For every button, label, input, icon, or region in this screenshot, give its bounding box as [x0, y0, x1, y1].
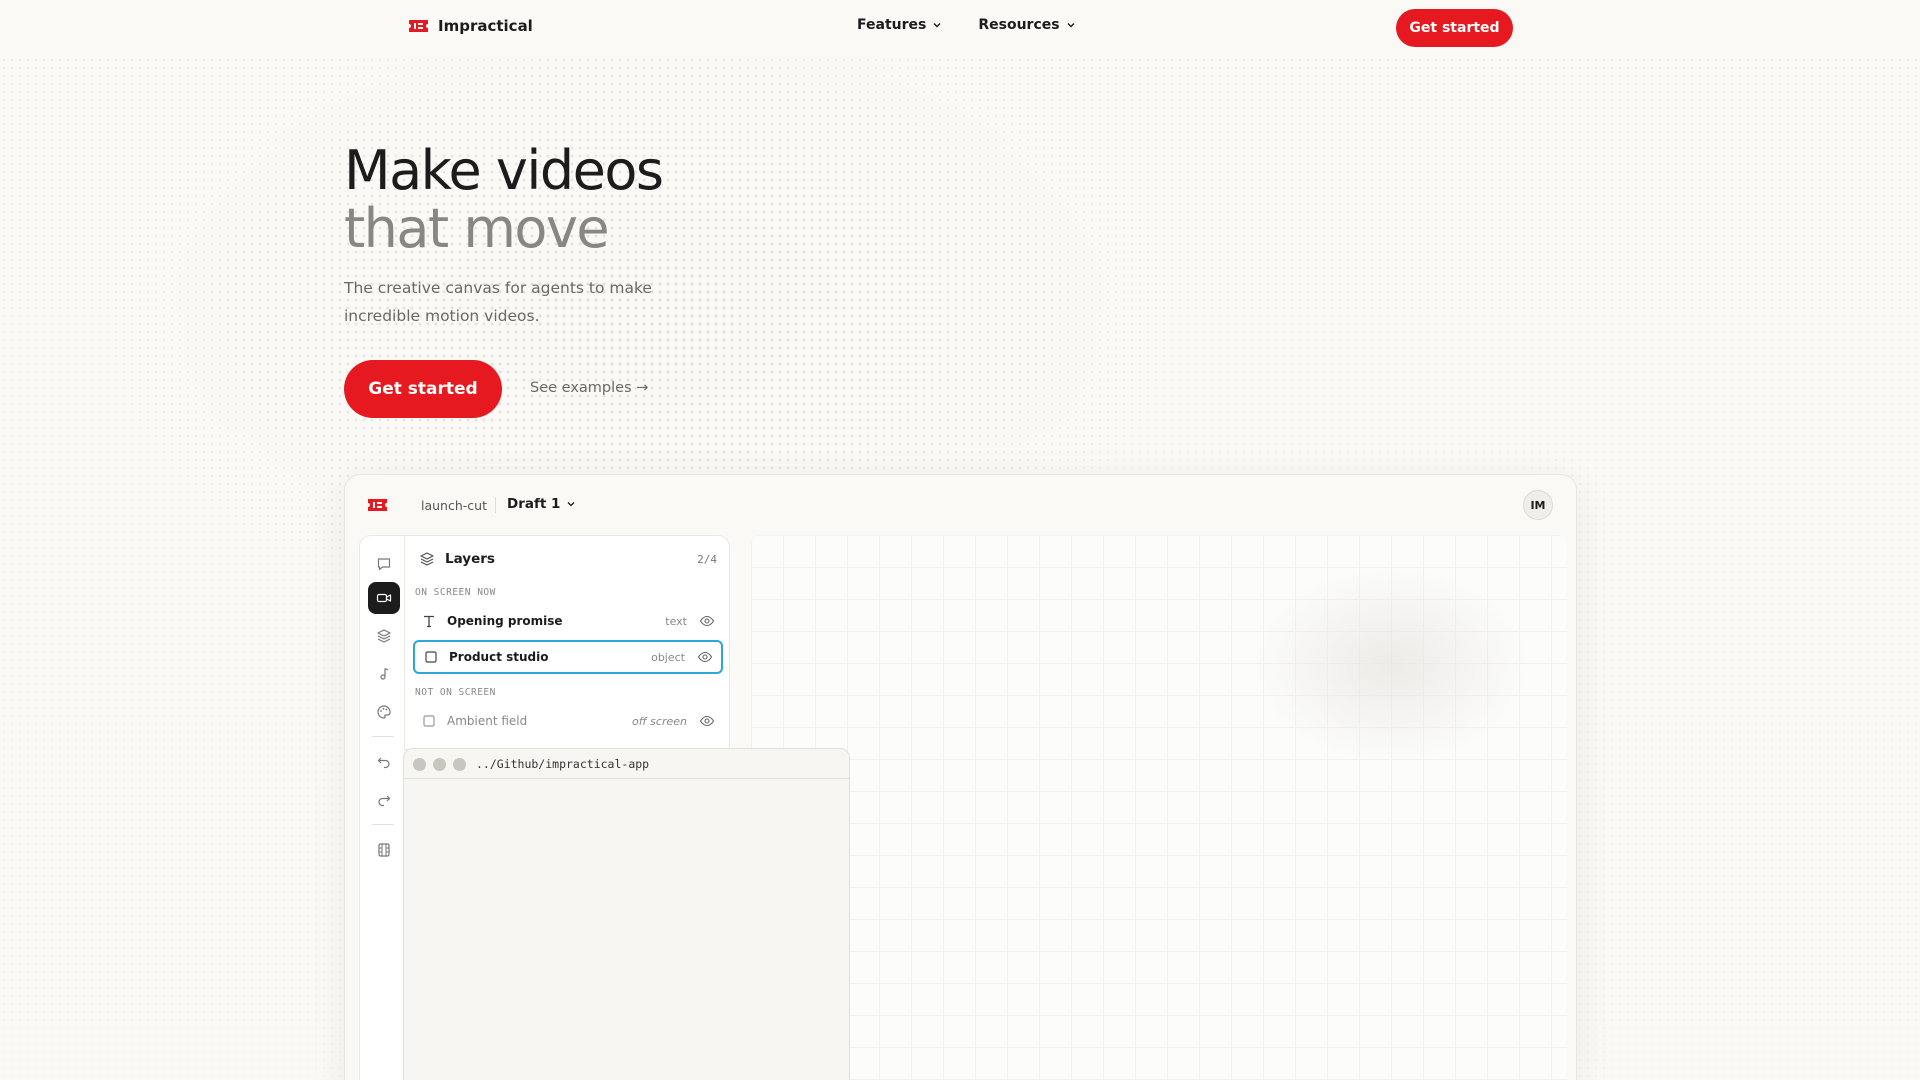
nav-get-started-button[interactable]: Get started [1396, 9, 1513, 47]
canvas-glow [1251, 565, 1531, 765]
chevron-down-icon [567, 502, 575, 507]
terminal-window[interactable]: ../Github/impractical-app [403, 748, 850, 1080]
layer-name: Ambient field [447, 714, 528, 728]
top-nav: Impractical Features Resources Get start… [0, 0, 1920, 54]
hero-title-line2: that move [344, 197, 610, 260]
layers-icon [420, 552, 434, 566]
hero-get-started-button[interactable]: Get started [344, 360, 502, 418]
layers-icon [377, 629, 391, 643]
layers-button[interactable] [368, 620, 400, 652]
layers-title: Layers [445, 551, 495, 567]
window-close-dot[interactable] [413, 758, 426, 771]
nav-features[interactable]: Features [857, 17, 942, 33]
eye-icon[interactable] [699, 713, 715, 729]
chat-button[interactable] [368, 548, 400, 580]
undo-icon [377, 757, 390, 769]
eye-icon[interactable] [697, 649, 713, 665]
chevron-down-icon [1067, 23, 1075, 28]
film-strip-icon [378, 843, 390, 857]
nav-resources-label: Resources [978, 17, 1060, 33]
project-name[interactable]: launch-cut [421, 498, 487, 513]
sidebar-divider [372, 824, 394, 825]
redo-icon [378, 795, 391, 807]
hero-subtitle: The creative canvas for agents to make i… [344, 279, 652, 325]
brand-name: Impractical [438, 17, 533, 35]
eye-icon[interactable] [699, 613, 715, 629]
film-ticket-icon[interactable] [367, 497, 388, 513]
avatar[interactable]: IM [1523, 490, 1553, 520]
layer-row-ambient-field[interactable]: Ambient field off screen [413, 704, 723, 738]
hero-title-line1: Make videos [344, 139, 664, 202]
window-minimize-dot[interactable] [433, 758, 446, 771]
text-icon [424, 615, 434, 628]
audio-button[interactable] [368, 658, 400, 690]
nav-menu: Features Resources [857, 17, 1076, 33]
see-examples-link[interactable]: See examples → [530, 380, 648, 396]
terminal-path: ../Github/impractical-app [476, 757, 650, 771]
style-button[interactable] [368, 696, 400, 728]
app-preview-window: launch-cut Draft 1 IM Layers 2/4 ON SCRE… [344, 474, 1577, 1080]
terminal-titlebar: ../Github/impractical-app [404, 749, 849, 779]
music-note-icon [380, 667, 389, 680]
layer-type: off screen [632, 714, 687, 728]
video-canvas[interactable] [751, 535, 1567, 1080]
layer-name: Opening promise [447, 614, 563, 628]
layer-row-product-studio[interactable]: Product studio object [413, 640, 723, 674]
tool-sidebar [359, 535, 404, 1080]
layers-header: Layers [419, 551, 495, 567]
square-icon [425, 651, 437, 663]
nav-features-label: Features [857, 17, 927, 33]
draft-selector[interactable]: Draft 1 [507, 496, 576, 512]
draft-label: Draft 1 [507, 496, 561, 512]
chat-bubble-icon [377, 558, 391, 571]
nav-resources[interactable]: Resources [978, 17, 1075, 33]
window-maximize-dot[interactable] [453, 758, 466, 771]
film-ticket-icon [409, 20, 428, 32]
layer-type: object [651, 650, 685, 664]
sidebar-divider [372, 736, 394, 737]
layers-panel: Layers 2/4 ON SCREEN NOW Opening promise… [404, 535, 730, 750]
hero-title: Make videos that move [344, 139, 664, 260]
on-screen-label: ON SCREEN NOW [415, 587, 496, 598]
layer-type: text [665, 614, 687, 628]
brand-logo[interactable]: Impractical [408, 17, 533, 35]
breadcrumb-divider [495, 497, 496, 513]
render-button[interactable] [368, 834, 400, 866]
chevron-down-icon [933, 23, 941, 28]
not-on-screen-label: NOT ON SCREEN [415, 687, 496, 698]
redo-button[interactable] [368, 784, 400, 816]
layer-row-opening-promise[interactable]: Opening promise text [413, 604, 723, 638]
video-camera-icon [376, 593, 392, 603]
layer-name: Product studio [449, 650, 549, 664]
video-button[interactable] [368, 582, 400, 614]
undo-button[interactable] [368, 746, 400, 778]
palette-icon [377, 705, 391, 719]
square-icon [423, 715, 435, 727]
layers-count: 2/4 [697, 553, 717, 566]
